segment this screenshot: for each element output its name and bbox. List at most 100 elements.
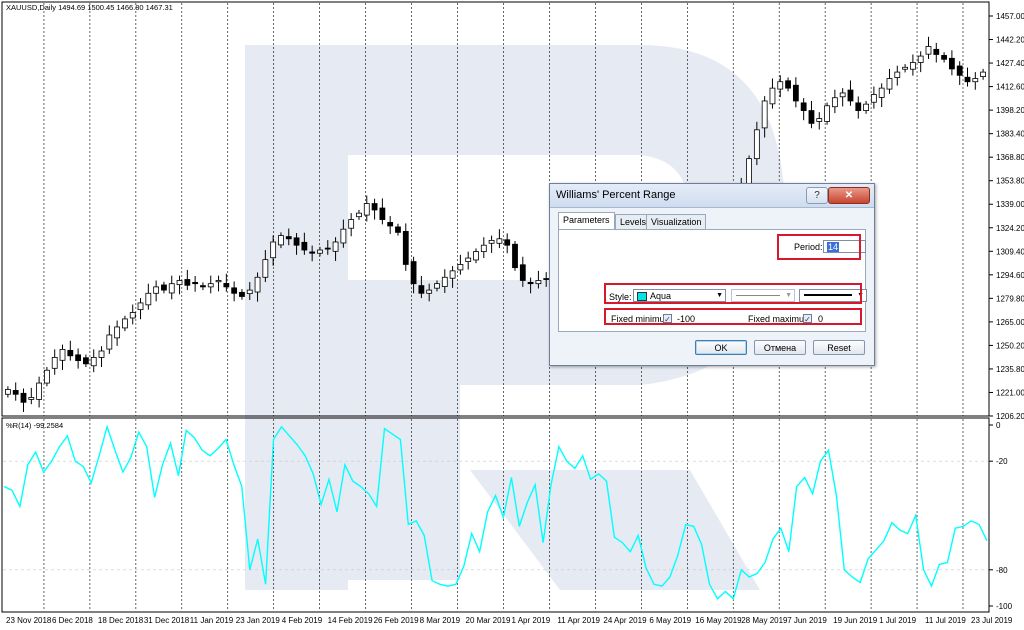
wpr-tick-label: 0 bbox=[996, 421, 1001, 430]
help-button[interactable]: ? bbox=[806, 187, 828, 204]
wpr-tick-label: -20 bbox=[996, 457, 1008, 466]
candle-body bbox=[371, 203, 378, 211]
candle-body bbox=[964, 76, 971, 83]
candle-body bbox=[792, 84, 799, 102]
candle-body bbox=[457, 264, 464, 271]
price-tick-label: 1279.80 bbox=[996, 294, 1024, 303]
date-tick-label: 24 Apr 2019 bbox=[603, 616, 647, 625]
chevron-down-icon: ▼ bbox=[857, 292, 864, 299]
fixed-minimum-value[interactable]: -100 bbox=[677, 314, 695, 324]
candle-body bbox=[402, 231, 409, 265]
date-tick-label: 26 Feb 2019 bbox=[374, 616, 419, 625]
date-tick-label: 11 Apr 2019 bbox=[557, 616, 600, 625]
candle-body bbox=[777, 81, 784, 90]
candle-body bbox=[387, 222, 394, 227]
candle-body bbox=[917, 55, 924, 63]
candle-body bbox=[67, 349, 74, 357]
price-tick-label: 1250.20 bbox=[996, 341, 1024, 350]
candle-body bbox=[293, 237, 300, 246]
candle-body bbox=[925, 46, 932, 55]
candle-body bbox=[145, 292, 152, 306]
price-tick-label: 1368.80 bbox=[996, 153, 1024, 162]
price-tick-label: 1442.20 bbox=[996, 36, 1024, 45]
candle-body bbox=[192, 281, 199, 285]
candle-body bbox=[231, 287, 238, 294]
candle-body bbox=[83, 357, 89, 365]
chevron-down-icon: ▼ bbox=[785, 292, 792, 299]
price-tick-label: 1398.20 bbox=[996, 106, 1024, 115]
candle-body bbox=[480, 244, 487, 253]
date-tick-label: 7 Jun 2019 bbox=[787, 616, 827, 625]
candle-body bbox=[902, 66, 908, 70]
close-button[interactable]: ✕ bbox=[828, 187, 870, 204]
candle-body bbox=[262, 259, 269, 278]
price-tick-label: 1412.60 bbox=[996, 83, 1024, 92]
wpr-pane bbox=[3, 424, 988, 601]
candle-body bbox=[886, 78, 893, 90]
dialog-title-bar[interactable]: Williams' Percent Range ? ✕ bbox=[550, 184, 874, 208]
fixed-maximum-value[interactable]: 0 bbox=[818, 314, 823, 324]
ok-button[interactable]: OK bbox=[695, 340, 747, 355]
color-name: Aqua bbox=[650, 291, 672, 301]
color-dropdown[interactable]: Aqua ▼ bbox=[633, 289, 726, 302]
fixed-maximum-checkbox[interactable]: ✓ bbox=[803, 314, 812, 324]
indicator-label: %R(14) -99.2584 bbox=[6, 421, 63, 430]
tab-parameters[interactable]: Parameters bbox=[558, 212, 615, 230]
candle-body bbox=[496, 238, 503, 244]
candle-body bbox=[894, 71, 901, 78]
tab-visualization[interactable]: Visualization bbox=[646, 214, 707, 229]
candle-body bbox=[473, 251, 479, 261]
line-style-dropdown[interactable]: ▼ bbox=[731, 289, 795, 302]
candle-body bbox=[972, 78, 979, 83]
period-input[interactable]: 14 bbox=[823, 240, 866, 253]
candle-body bbox=[800, 102, 807, 111]
candle-body bbox=[831, 97, 838, 108]
candle-body bbox=[769, 87, 776, 105]
price-axis: 1457.00 1442.20 1427.40 1412.60 1398.20 1383.… bbox=[989, 12, 1024, 421]
reset-button[interactable]: Reset bbox=[813, 340, 865, 355]
candle-body bbox=[246, 289, 253, 295]
candle-body bbox=[395, 226, 401, 233]
candle-body bbox=[535, 280, 542, 285]
candle-body bbox=[44, 369, 50, 384]
price-tick-label: 1324.20 bbox=[996, 224, 1024, 233]
candle-body bbox=[5, 389, 11, 395]
candle-body bbox=[808, 110, 815, 124]
price-tick-label: 1265.00 bbox=[996, 318, 1024, 327]
candle-body bbox=[816, 118, 823, 122]
date-tick-label: 18 Dec 2018 bbox=[98, 616, 144, 625]
candle-body bbox=[426, 289, 433, 294]
candle-body bbox=[317, 249, 323, 254]
candle-body bbox=[75, 354, 82, 362]
fixed-minimum-checkbox[interactable]: ✓ bbox=[663, 314, 672, 324]
candle-body bbox=[441, 276, 448, 287]
candle-body bbox=[933, 48, 940, 55]
period-label: Period: bbox=[794, 242, 823, 252]
candle-body bbox=[356, 212, 362, 218]
date-axis: 23 Nov 2018 6 Dec 2018 18 Dec 2018 31 Dec 2… bbox=[6, 616, 1013, 625]
date-tick-label: 20 Mar 2019 bbox=[466, 616, 511, 625]
candle-body bbox=[941, 55, 947, 60]
price-tick-label: 1383.40 bbox=[996, 130, 1024, 139]
candle-body bbox=[363, 203, 370, 216]
date-tick-label: 11 Jul 2019 bbox=[925, 616, 966, 625]
candle-body bbox=[20, 392, 27, 403]
candle-body bbox=[543, 278, 550, 280]
candle-body bbox=[379, 207, 386, 220]
line-width-dropdown[interactable]: ▼ bbox=[799, 289, 867, 302]
price-tick-label: 1339.00 bbox=[996, 200, 1024, 209]
candle-body bbox=[956, 65, 963, 76]
date-tick-label: 16 May 2019 bbox=[695, 616, 742, 625]
candle-body bbox=[309, 251, 316, 254]
candle-body bbox=[278, 235, 284, 246]
candle-body bbox=[301, 241, 308, 251]
candle-body bbox=[28, 397, 35, 400]
style-label: Style: bbox=[609, 292, 632, 302]
candle-body bbox=[106, 334, 113, 350]
candle-body bbox=[519, 264, 526, 281]
candle-body bbox=[980, 71, 986, 77]
candle-body bbox=[870, 94, 877, 103]
candle-body bbox=[418, 285, 425, 294]
cancel-button[interactable]: Отмена bbox=[754, 340, 806, 355]
candle-body bbox=[239, 291, 245, 297]
